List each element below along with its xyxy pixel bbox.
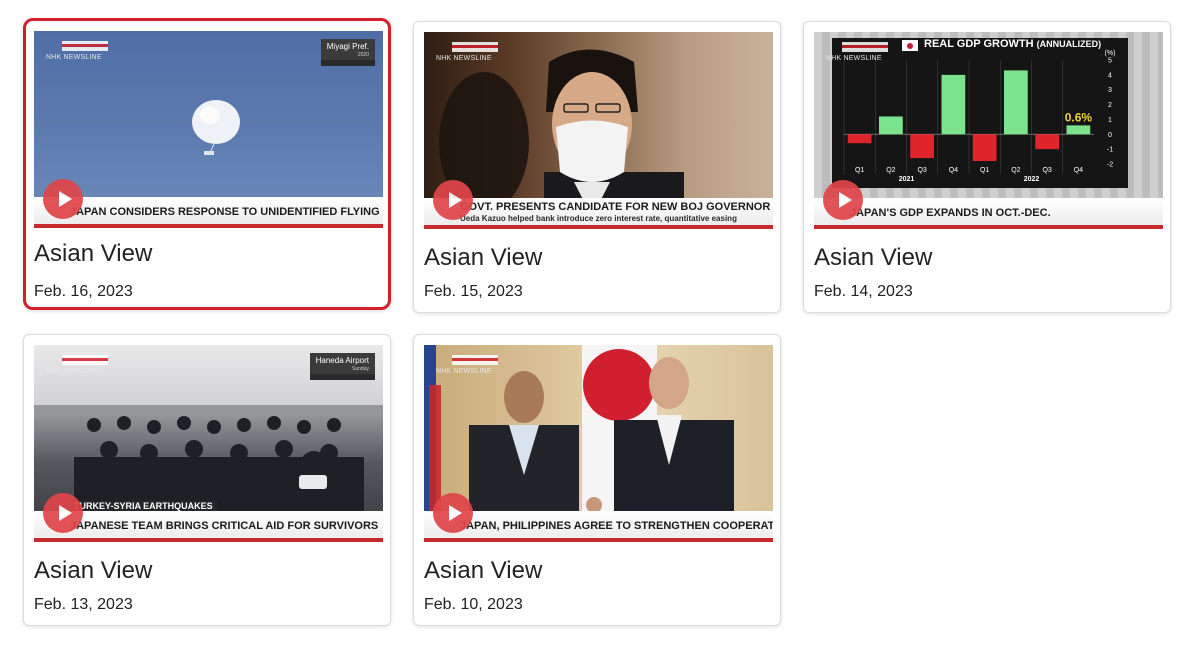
headline: JAPAN CONSIDERS RESPONSE TO UNIDENTIFIED… xyxy=(70,206,383,218)
headline: JAPAN'S GDP EXPANDS IN OCT.-DEC. xyxy=(850,207,1051,219)
unit-label: (%) xyxy=(1105,50,1116,57)
tick-label: Q2 xyxy=(1011,167,1020,174)
video-card[interactable]: Q1 Q2 Q3 Q4 Q1 Q2 Q3 Q4 2021 2022 5 4 3 2 1 0 -1 -2 (%) 0.6… xyxy=(803,21,1171,313)
japan-flag-icon xyxy=(902,40,918,51)
video-thumbnail[interactable]: NHK NEWSLINE JAPAN, PHILIPPINES AGREE TO… xyxy=(424,345,773,542)
bar xyxy=(847,134,872,144)
headline-bar: GOVT. PRESENTS CANDIDATE FOR NEW BOJ GOV… xyxy=(424,198,773,229)
headline: JAPANESE TEAM BRINGS CRITICAL AID FOR SU… xyxy=(70,520,379,532)
video-card[interactable]: NHK NEWSLINE GOVT. PRESENTS CANDIDATE FO… xyxy=(413,21,781,313)
video-thumbnail[interactable]: Q1 Q2 Q3 Q4 Q1 Q2 Q3 Q4 2021 2022 5 4 3 2 1 0 -1 -2 (%) 0.6… xyxy=(814,32,1163,229)
card-date: Feb. 15, 2023 xyxy=(424,283,523,300)
tick-label: Q1 xyxy=(855,167,864,174)
video-thumbnail[interactable]: NHK NEWSLINE Miyagi Pref. 2020 JAPAN CON… xyxy=(34,31,383,228)
bar xyxy=(972,134,997,162)
y-tick-label: -2 xyxy=(1107,162,1113,169)
video-thumbnail[interactable]: NHK NEWSLINE Haneda Airport Sunday TURKE… xyxy=(34,345,383,542)
headline-bar: JAPAN'S GDP EXPANDS IN OCT.-DEC. xyxy=(814,198,1163,229)
chart-title-main: REAL GDP GROWTH xyxy=(924,38,1034,50)
card-title: Asian View xyxy=(424,557,543,584)
tick-label: Q4 xyxy=(1074,167,1083,174)
nhk-world-logo xyxy=(842,42,888,52)
card-date: Feb. 13, 2023 xyxy=(34,596,133,613)
headline-bar: JAPAN CONSIDERS RESPONSE TO UNIDENTIFIED… xyxy=(34,197,383,228)
year-label: 2021 xyxy=(899,176,915,183)
bar xyxy=(1035,134,1059,150)
video-card[interactable]: NHK NEWSLINE JAPAN, PHILIPPINES AGREE TO… xyxy=(413,334,781,626)
year-label: 2022 xyxy=(1024,176,1040,183)
y-tick-label: -1 xyxy=(1107,147,1113,154)
tick-label: Q1 xyxy=(980,167,989,174)
headline-tag: TURKEY-SYRIA EARTHQUAKES xyxy=(70,501,217,511)
bar xyxy=(941,74,966,135)
chart-title-suffix: (ANNUALIZED) xyxy=(1036,39,1102,49)
video-card[interactable]: NHK NEWSLINE Miyagi Pref. 2020 JAPAN CON… xyxy=(23,18,391,310)
y-tick-label: 0 xyxy=(1108,132,1112,139)
play-icon[interactable] xyxy=(433,180,473,220)
y-tick-label: 2 xyxy=(1108,102,1112,109)
bar xyxy=(879,116,903,135)
card-date: Feb. 16, 2023 xyxy=(34,283,133,300)
play-icon[interactable] xyxy=(433,493,473,533)
card-title: Asian View xyxy=(34,240,153,267)
y-tick-label: 4 xyxy=(1108,72,1112,79)
chart-title: REAL GDP GROWTH (ANNUALIZED) xyxy=(924,38,1101,50)
bar xyxy=(1066,125,1091,135)
play-icon[interactable] xyxy=(823,180,863,220)
headline-sub: Ueda Kazuo helped bank introduce zero in… xyxy=(460,214,737,223)
y-tick-label: 3 xyxy=(1108,87,1112,94)
tick-label: Q3 xyxy=(1042,167,1051,174)
bar xyxy=(910,134,934,159)
play-icon[interactable] xyxy=(43,179,83,219)
data-label: 0.6% xyxy=(1065,110,1093,124)
y-tick-label: 5 xyxy=(1108,58,1112,65)
card-date: Feb. 14, 2023 xyxy=(814,283,913,300)
tick-label: Q3 xyxy=(917,167,926,174)
card-date: Feb. 10, 2023 xyxy=(424,596,523,613)
y-tick-label: 1 xyxy=(1108,117,1112,124)
headline-bar: TURKEY-SYRIA EARTHQUAKES JAPANESE TEAM B… xyxy=(34,501,383,542)
play-icon[interactable] xyxy=(43,493,83,533)
headline-bar: JAPAN, PHILIPPINES AGREE TO STRENGTHEN C… xyxy=(424,511,773,542)
video-grid: NHK NEWSLINE Miyagi Pref. 2020 JAPAN CON… xyxy=(0,0,1200,646)
headline: GOVT. PRESENTS CANDIDATE FOR NEW BOJ GOV… xyxy=(460,201,771,213)
card-title: Asian View xyxy=(424,244,543,271)
tick-label: Q2 xyxy=(886,167,895,174)
logo-text: NHK NEWSLINE xyxy=(826,55,882,62)
bar xyxy=(1004,70,1028,135)
video-thumbnail[interactable]: NHK NEWSLINE GOVT. PRESENTS CANDIDATE FO… xyxy=(424,32,773,229)
headline: JAPAN, PHILIPPINES AGREE TO STRENGTHEN C… xyxy=(460,520,773,532)
card-title: Asian View xyxy=(814,244,933,271)
tick-label: Q4 xyxy=(949,167,958,174)
card-title: Asian View xyxy=(34,557,153,584)
video-card[interactable]: NHK NEWSLINE Haneda Airport Sunday TURKE… xyxy=(23,334,391,626)
